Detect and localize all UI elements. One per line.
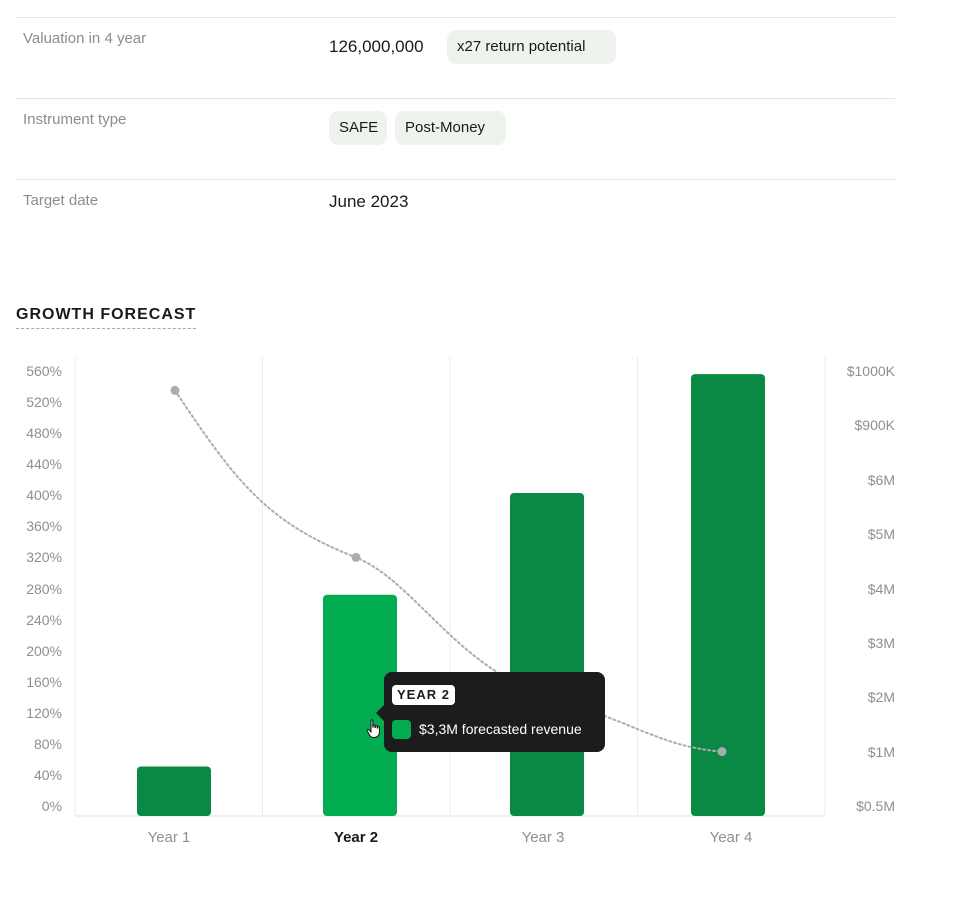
y-tick-left: 280% <box>26 580 62 597</box>
y-tick-right: $1000K <box>846 363 895 379</box>
trend-point-year-1 <box>170 385 180 395</box>
x-label-year-1: Year 1 <box>147 829 191 846</box>
y-tick-left: 200% <box>26 642 62 659</box>
y-tick-left: 0% <box>41 798 62 814</box>
y-tick-left: 160% <box>26 673 62 690</box>
y-tick-left: 440% <box>26 456 62 473</box>
x-label-year-3: Year 3 <box>521 829 565 846</box>
y-tick-left: 80% <box>33 735 62 752</box>
y-tick-right: $4M <box>867 580 895 597</box>
y-tick-left: 560% <box>26 363 62 379</box>
trend-point-year-2 <box>351 552 361 562</box>
growth-forecast-chart <box>74 357 826 817</box>
y-tick-left: 520% <box>26 394 62 411</box>
y-tick-left: 240% <box>26 611 62 628</box>
y-tick-left: 320% <box>26 549 62 566</box>
y-tick-right: $2M <box>867 689 895 706</box>
trend-point-year-4 <box>717 747 727 757</box>
y-tick-left: 400% <box>26 487 62 504</box>
y-tick-right: $6M <box>867 471 895 488</box>
tooltip-swatch <box>392 720 411 739</box>
y-tick-right: $0.5M <box>856 798 895 814</box>
hand-cursor-icon <box>366 719 380 738</box>
bar-year-1 <box>137 766 211 816</box>
chart-tooltip: YEAR 2 $3,3M forecasted revenue <box>384 672 605 752</box>
y-tick-right: $3M <box>867 634 895 651</box>
y-tick-right: $1M <box>867 743 895 760</box>
x-label-year-4: Year 4 <box>709 829 753 846</box>
y-tick-left: 120% <box>26 704 62 721</box>
y-tick-left: 480% <box>26 425 62 442</box>
y-tick-left: 360% <box>26 518 62 535</box>
y-tick-right: $900K <box>854 417 895 434</box>
y-tick-left: 40% <box>33 766 62 783</box>
bar-year-3 <box>510 492 584 816</box>
y-tick-right: $5M <box>867 526 895 543</box>
x-label-year-2: Year 2 <box>333 829 379 846</box>
tooltip-title: YEAR 2 <box>392 685 455 705</box>
bar-year-4 <box>691 374 765 816</box>
tooltip-text: $3,3M forecasted revenue <box>419 721 582 737</box>
